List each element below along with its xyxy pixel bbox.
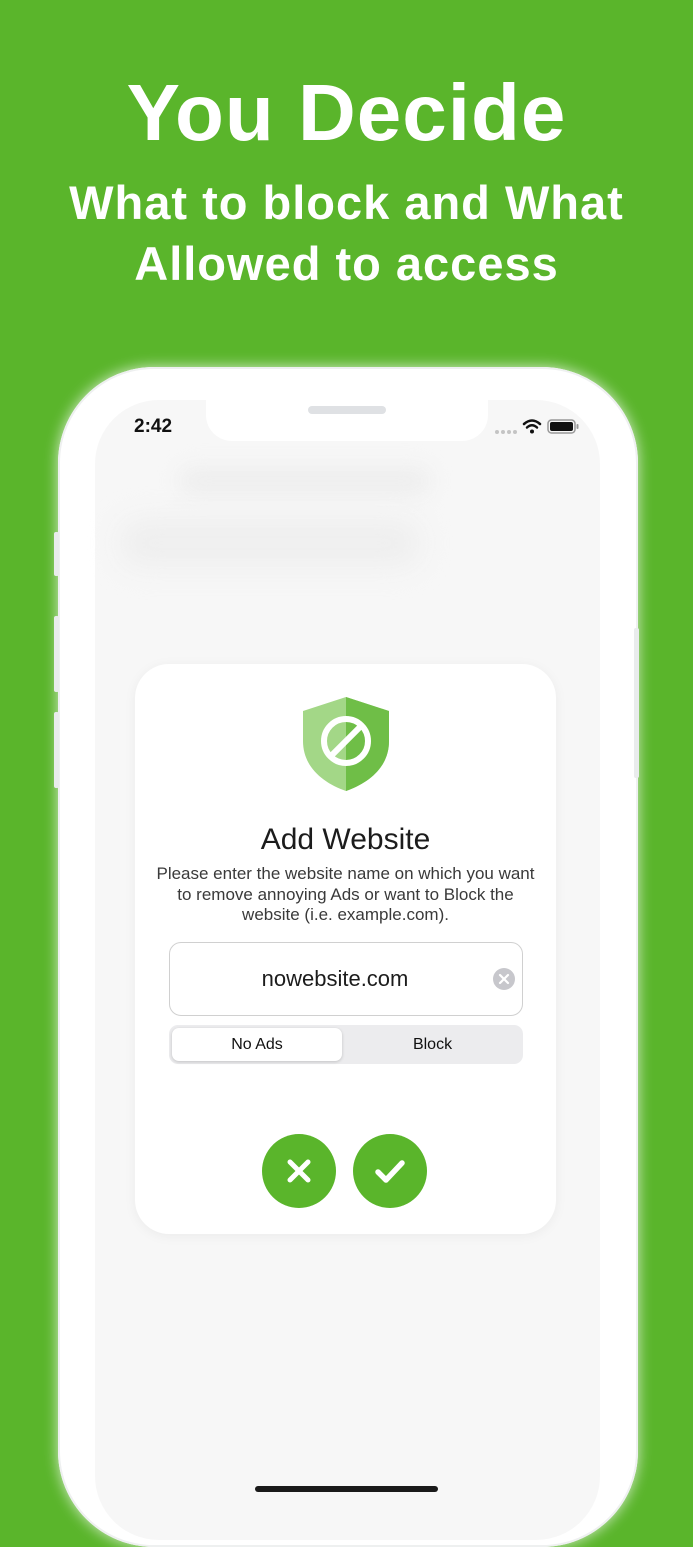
dialog-title: Add Website <box>260 823 431 856</box>
mode-segmented-control: No Ads Block <box>169 1025 523 1064</box>
phone-volume-up-button <box>54 616 59 692</box>
confirm-button[interactable] <box>353 1134 427 1208</box>
segment-block[interactable]: Block <box>345 1028 520 1061</box>
subline-line-2: Allowed to access <box>134 237 559 290</box>
home-indicator <box>255 1486 438 1492</box>
wifi-icon <box>522 419 542 434</box>
battery-icon <box>547 419 579 434</box>
headline: You Decide <box>126 68 567 157</box>
phone-side-button <box>54 532 59 576</box>
subline: What to block and What Allowed to access <box>0 172 693 294</box>
shield-block-icon <box>303 697 389 791</box>
phone-power-button <box>634 628 639 778</box>
subline-line-1: What to block and What <box>69 176 624 229</box>
dialog-description: Please enter the website name on which y… <box>156 864 535 924</box>
clear-input-icon[interactable] <box>493 968 515 990</box>
cancel-button[interactable] <box>262 1134 336 1208</box>
phone-volume-down-button <box>54 712 59 788</box>
website-input-value[interactable]: nowebsite.com <box>170 966 500 992</box>
checkmark-icon <box>375 1160 405 1183</box>
phone-speaker <box>308 406 386 414</box>
cellular-dots-icon <box>495 430 517 434</box>
blurred-background-content <box>120 520 420 566</box>
close-icon <box>287 1159 311 1183</box>
status-time: 2:42 <box>134 416 173 437</box>
segment-no-ads[interactable]: No Ads <box>172 1028 342 1061</box>
website-input[interactable]: nowebsite.com <box>169 942 523 1016</box>
blurred-background-content <box>180 468 430 494</box>
status-icons <box>494 417 584 437</box>
